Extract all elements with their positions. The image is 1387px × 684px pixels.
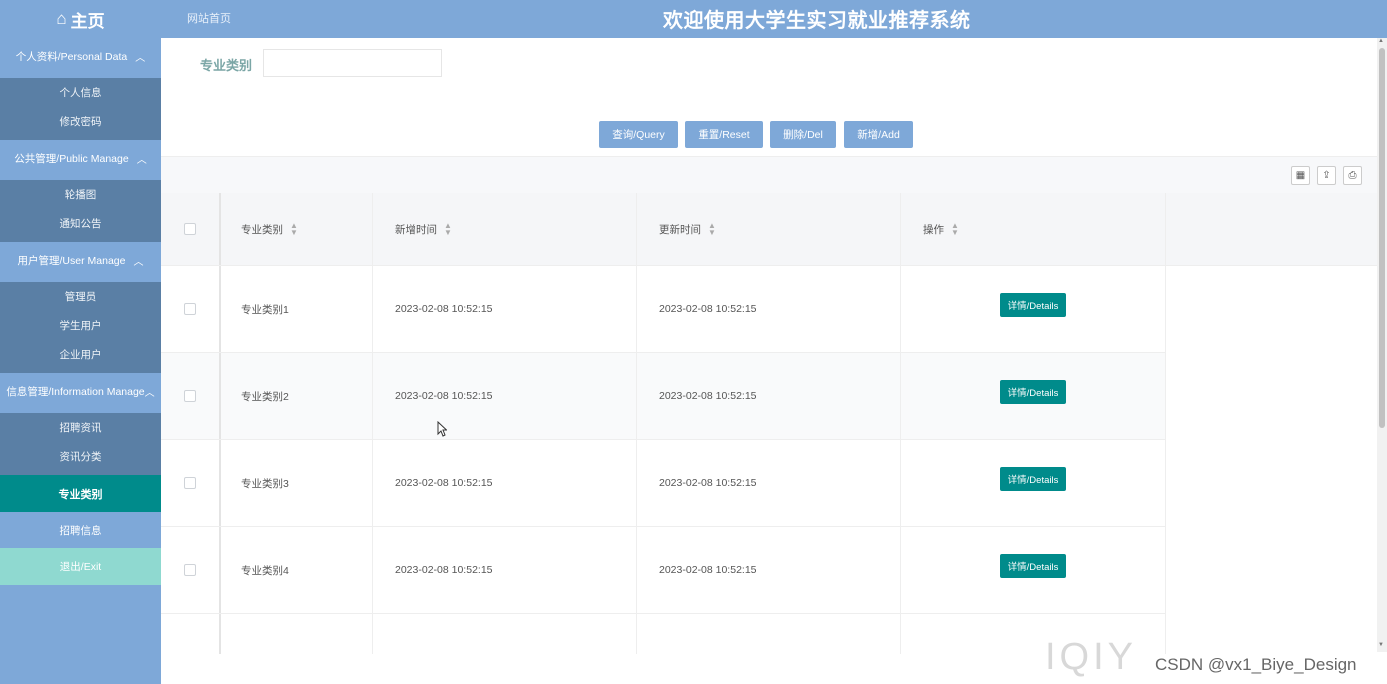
submenu-public: 轮播图 通知公告 <box>0 180 161 242</box>
cell-category: 专业类别2 <box>221 353 373 439</box>
select-all-checkbox[interactable] <box>184 223 196 235</box>
cell-updated: 2023-02-08 10:52:15 <box>637 440 901 526</box>
sort-icon[interactable]: ▲ ▼ <box>444 222 452 237</box>
sidebar: 个人资料/Personal Data ︿ 个人信息 修改密码 公共管理/Publ… <box>0 38 161 684</box>
print-icon[interactable]: ⎙ <box>1343 166 1362 185</box>
menu-group-label: 个人资料/Personal Data <box>15 51 128 63</box>
home-link[interactable]: ⌂ 主页 <box>0 0 161 38</box>
cell-category: 专业类别3 <box>221 440 373 526</box>
menu-group-public[interactable]: 公共管理/Public Manage ︿ <box>0 140 161 177</box>
sidebar-item-password[interactable]: 修改密码 <box>0 107 161 136</box>
cell-updated: 2023-02-08 10:52:15 <box>637 353 901 439</box>
cell-updated: 2023-02-08 10:52:15 <box>637 266 901 352</box>
cell-created: 2023-02-08 10:52:15 <box>373 353 637 439</box>
table-row-partial <box>161 614 1166 654</box>
chevron-up-icon: ︿ <box>133 257 144 268</box>
sidebar-item-carousel[interactable]: 轮播图 <box>0 180 161 209</box>
column-header-actions[interactable]: 操作 ▲ ▼ <box>901 193 1166 265</box>
table-row: 专业类别3 2023-02-08 10:52:15 2023-02-08 10:… <box>161 440 1166 527</box>
sidebar-item-students[interactable]: 学生用户 <box>0 311 161 340</box>
reset-button[interactable]: 重置/Reset <box>685 121 763 148</box>
menu-group-personal[interactable]: 个人资料/Personal Data ︿ <box>0 38 161 75</box>
chevron-up-icon: ︿ <box>135 53 146 64</box>
submenu-personal: 个人信息 修改密码 <box>0 78 161 140</box>
submenu-info: 招聘资讯 资讯分类 <box>0 413 161 475</box>
column-header-category[interactable]: 专业类别 ▲ ▼ <box>221 193 373 265</box>
top-bar: ⌂ 主页 网站首页 欢迎使用大学生实习就业推荐系统 <box>0 0 1387 38</box>
main-content: 专业类别 查询/Query 重置/Reset 删除/Del 新增/Add ▦ ⇪… <box>161 38 1377 684</box>
submenu-users: 管理员 学生用户 企业用户 <box>0 282 161 373</box>
search-input[interactable] <box>263 49 442 77</box>
delete-button[interactable]: 删除/Del <box>770 121 836 148</box>
watermark-logo: IQIY <box>1045 636 1138 678</box>
table-row: 专业类别2 2023-02-08 10:52:15 2023-02-08 10:… <box>161 353 1166 440</box>
cell-category: 专业类别4 <box>221 527 373 613</box>
sidebar-item-companies[interactable]: 企业用户 <box>0 340 161 369</box>
menu-group-info[interactable]: 信息管理/Information Manage ︿ <box>0 373 161 410</box>
sidebar-item-notice[interactable]: 通知公告 <box>0 209 161 238</box>
sidebar-item-recruit-news[interactable]: 招聘资讯 <box>0 413 161 442</box>
search-label: 专业类别 <box>200 58 253 73</box>
menu-group-label: 用户管理/User Manage <box>17 255 126 267</box>
export-icon[interactable]: ⇪ <box>1317 166 1336 185</box>
scroll-up-icon[interactable]: ▲ <box>1378 38 1384 44</box>
vertical-scrollbar[interactable]: ▲ ▼ <box>1377 38 1387 652</box>
home-label: 主页 <box>70 11 105 31</box>
add-button[interactable]: 新增/Add <box>844 121 913 148</box>
details-button[interactable]: 详情/Details <box>999 554 1067 578</box>
row-checkbox[interactable] <box>184 564 196 576</box>
scroll-down-icon[interactable]: ▼ <box>1378 642 1384 648</box>
details-button[interactable]: 详情/Details <box>999 467 1067 491</box>
columns-icon[interactable]: ▦ <box>1291 166 1310 185</box>
table-row: 专业类别1 2023-02-08 10:52:15 2023-02-08 10:… <box>161 266 1166 353</box>
cell-created: 2023-02-08 10:52:15 <box>373 266 637 352</box>
sort-icon[interactable]: ▲ ▼ <box>951 222 959 237</box>
page-title: 欢迎使用大学生实习就业推荐系统 <box>663 10 971 32</box>
column-header-created[interactable]: 新增时间 ▲ ▼ <box>373 193 637 265</box>
sidebar-item-admin[interactable]: 管理员 <box>0 282 161 311</box>
row-checkbox[interactable] <box>184 390 196 402</box>
mouse-cursor-icon <box>437 421 447 437</box>
watermark-text: CSDN @vx1_Biye_Design <box>1155 655 1357 674</box>
cell-created: 2023-02-08 10:52:15 <box>373 527 637 613</box>
breadcrumb[interactable]: 网站首页 <box>187 10 231 26</box>
home-icon: ⌂ <box>56 9 67 28</box>
sidebar-item-recruit-info[interactable]: 招聘信息 <box>0 512 161 548</box>
scrollbar-thumb[interactable] <box>1379 48 1385 428</box>
table-toolbar: ▦ ⇪ ⎙ <box>161 156 1377 193</box>
sidebar-item-profile[interactable]: 个人信息 <box>0 78 161 107</box>
table-header: 专业类别 ▲ ▼ 新增时间 ▲ ▼ 更新时间 ▲ ▼ 操作 ▲ ▼ <box>161 193 1377 266</box>
sidebar-item-news-category[interactable]: 资讯分类 <box>0 442 161 471</box>
table-row: 专业类别4 2023-02-08 10:52:15 2023-02-08 10:… <box>161 527 1166 614</box>
cell-updated: 2023-02-08 10:52:15 <box>637 527 901 613</box>
menu-group-label: 信息管理/Information Manage <box>6 386 145 398</box>
column-header-updated[interactable]: 更新时间 ▲ ▼ <box>637 193 901 265</box>
menu-group-label: 公共管理/Public Manage <box>14 153 129 165</box>
chevron-up-icon: ︿ <box>144 388 155 399</box>
details-button[interactable]: 详情/Details <box>999 380 1067 404</box>
chevron-up-icon: ︿ <box>136 155 147 166</box>
menu-group-users[interactable]: 用户管理/User Manage ︿ <box>0 242 161 279</box>
sort-icon[interactable]: ▲ ▼ <box>290 222 298 237</box>
row-checkbox[interactable] <box>184 477 196 489</box>
row-checkbox[interactable] <box>184 303 196 315</box>
exit-button[interactable]: 退出/Exit <box>0 548 161 585</box>
cell-created: 2023-02-08 10:52:15 <box>373 440 637 526</box>
query-button[interactable]: 查询/Query <box>599 121 678 148</box>
sidebar-item-major-category[interactable]: 专业类别 <box>0 475 161 512</box>
cell-category: 专业类别1 <box>221 266 373 352</box>
details-button[interactable]: 详情/Details <box>999 293 1067 317</box>
sort-icon[interactable]: ▲ ▼ <box>708 222 716 237</box>
